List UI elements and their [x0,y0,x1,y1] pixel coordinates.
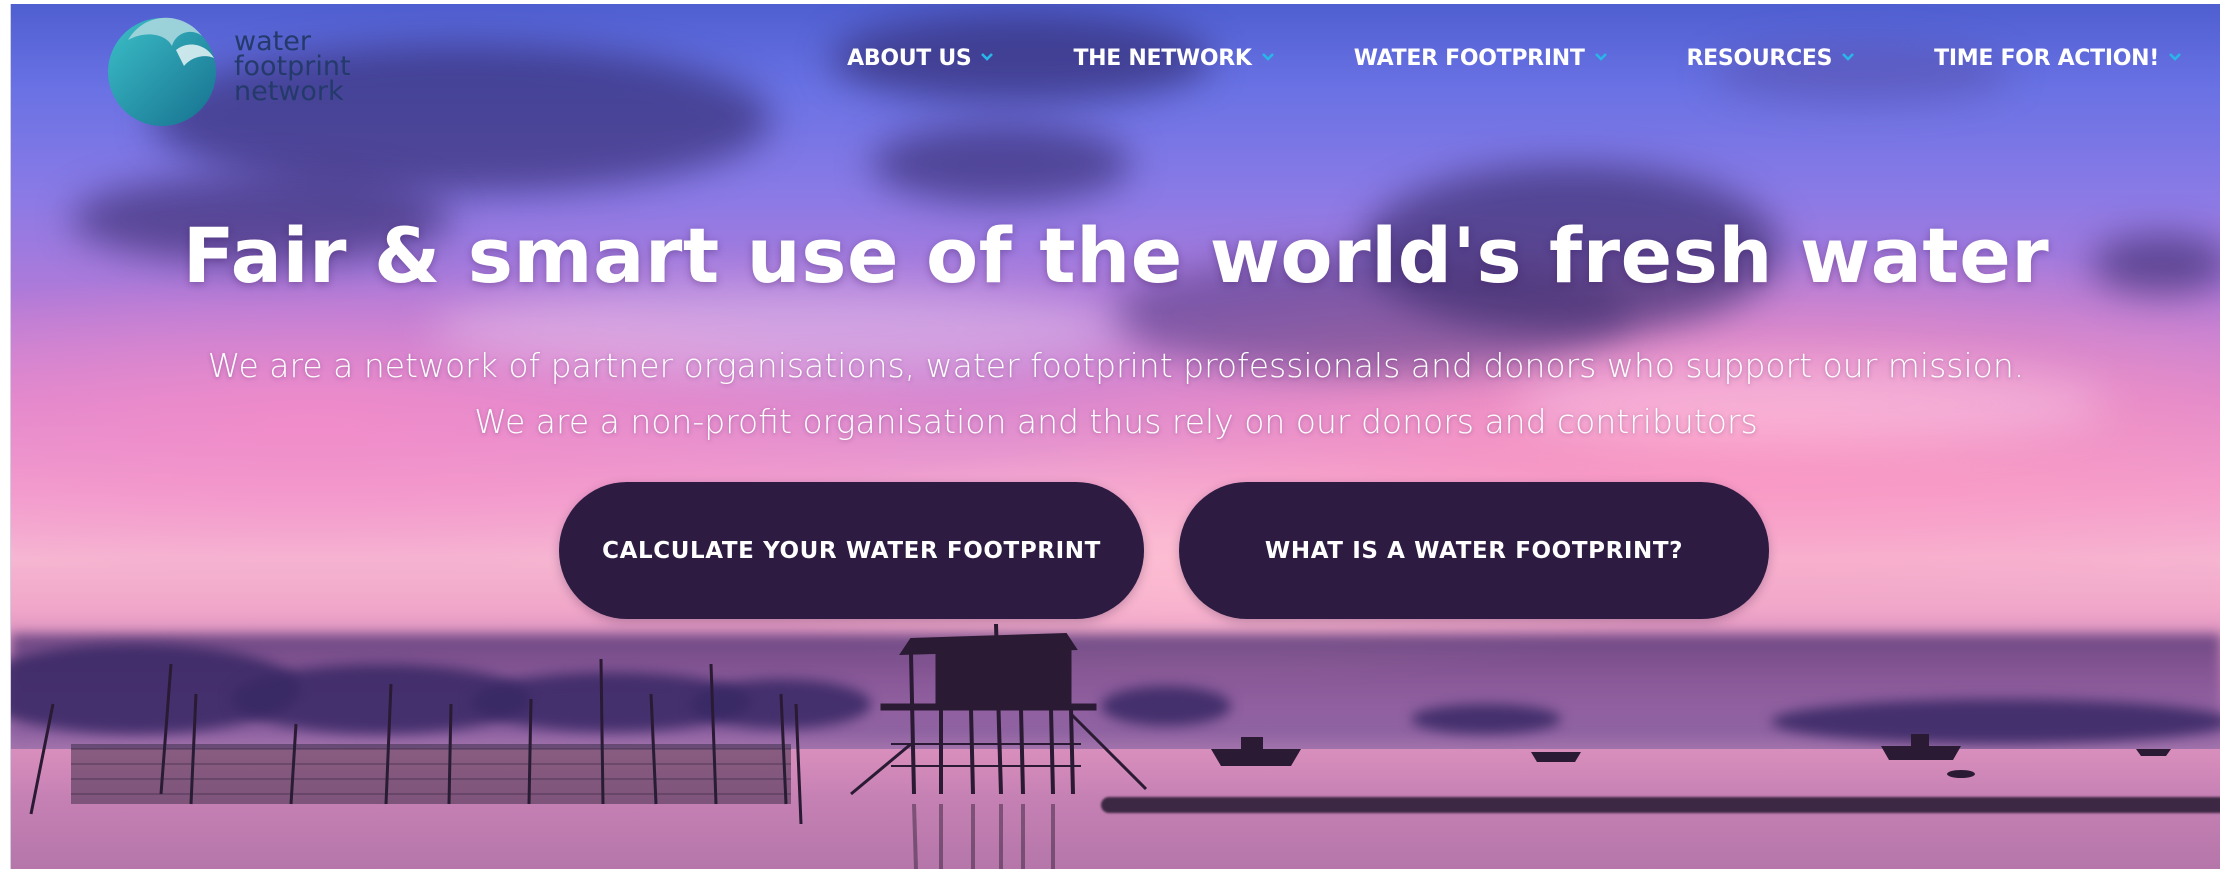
site-logo[interactable]: water footprint network [106,10,351,128]
logo-word-2: footprint [234,50,351,82]
chevron-down-icon [1594,52,1607,61]
chevron-down-icon [1261,52,1274,61]
nav-item-resources[interactable]: RESOURCES [1687,46,1857,71]
main-navigation: ABOUT US THE NETWORK WATER FOOTPRINT RES… [847,46,2183,71]
chevron-down-icon [2169,52,2181,61]
nav-item-label: RESOURCES [1686,46,1833,71]
nav-item-label: THE NETWORK [1073,46,1252,71]
nav-item-label: ABOUT US [847,46,972,71]
nav-item-water-footprint[interactable]: WATER FOOTPRINT [1354,46,1609,71]
nav-item-about-us[interactable]: ABOUT US [847,46,995,71]
chevron-down-icon [1842,52,1855,61]
nav-item-time-for-action[interactable]: TIME FOR ACTION! [1934,46,2183,71]
nav-item-label: TIME FOR ACTION! [1934,46,2159,71]
nav-item-the-network[interactable]: THE NETWORK [1073,46,1275,71]
hero-title: Fair & smart use of the world's fresh wa… [182,211,2050,300]
nav-item-label: WATER FOOTPRINT [1353,46,1585,71]
site-logo-text: water footprint network [234,25,351,107]
hero-subtitle-line-2: We are a non-profit organisation and thu… [474,402,1758,441]
water-drop-logo-icon [108,17,216,126]
what-is-water-footprint-button[interactable]: WHAT IS A WATER FOOTPRINT? [1179,482,1769,619]
calculate-water-footprint-button[interactable]: CALCULATE YOUR WATER FOOTPRINT [559,482,1144,619]
logo-word-1: water [234,25,311,57]
hero-subtitle-line-1: We are a network of partner organisation… [207,346,2025,385]
chevron-down-icon [981,52,994,61]
logo-word-3: network [234,75,344,107]
hero-section: water footprint network ABOUT US THE NET… [10,4,2220,869]
